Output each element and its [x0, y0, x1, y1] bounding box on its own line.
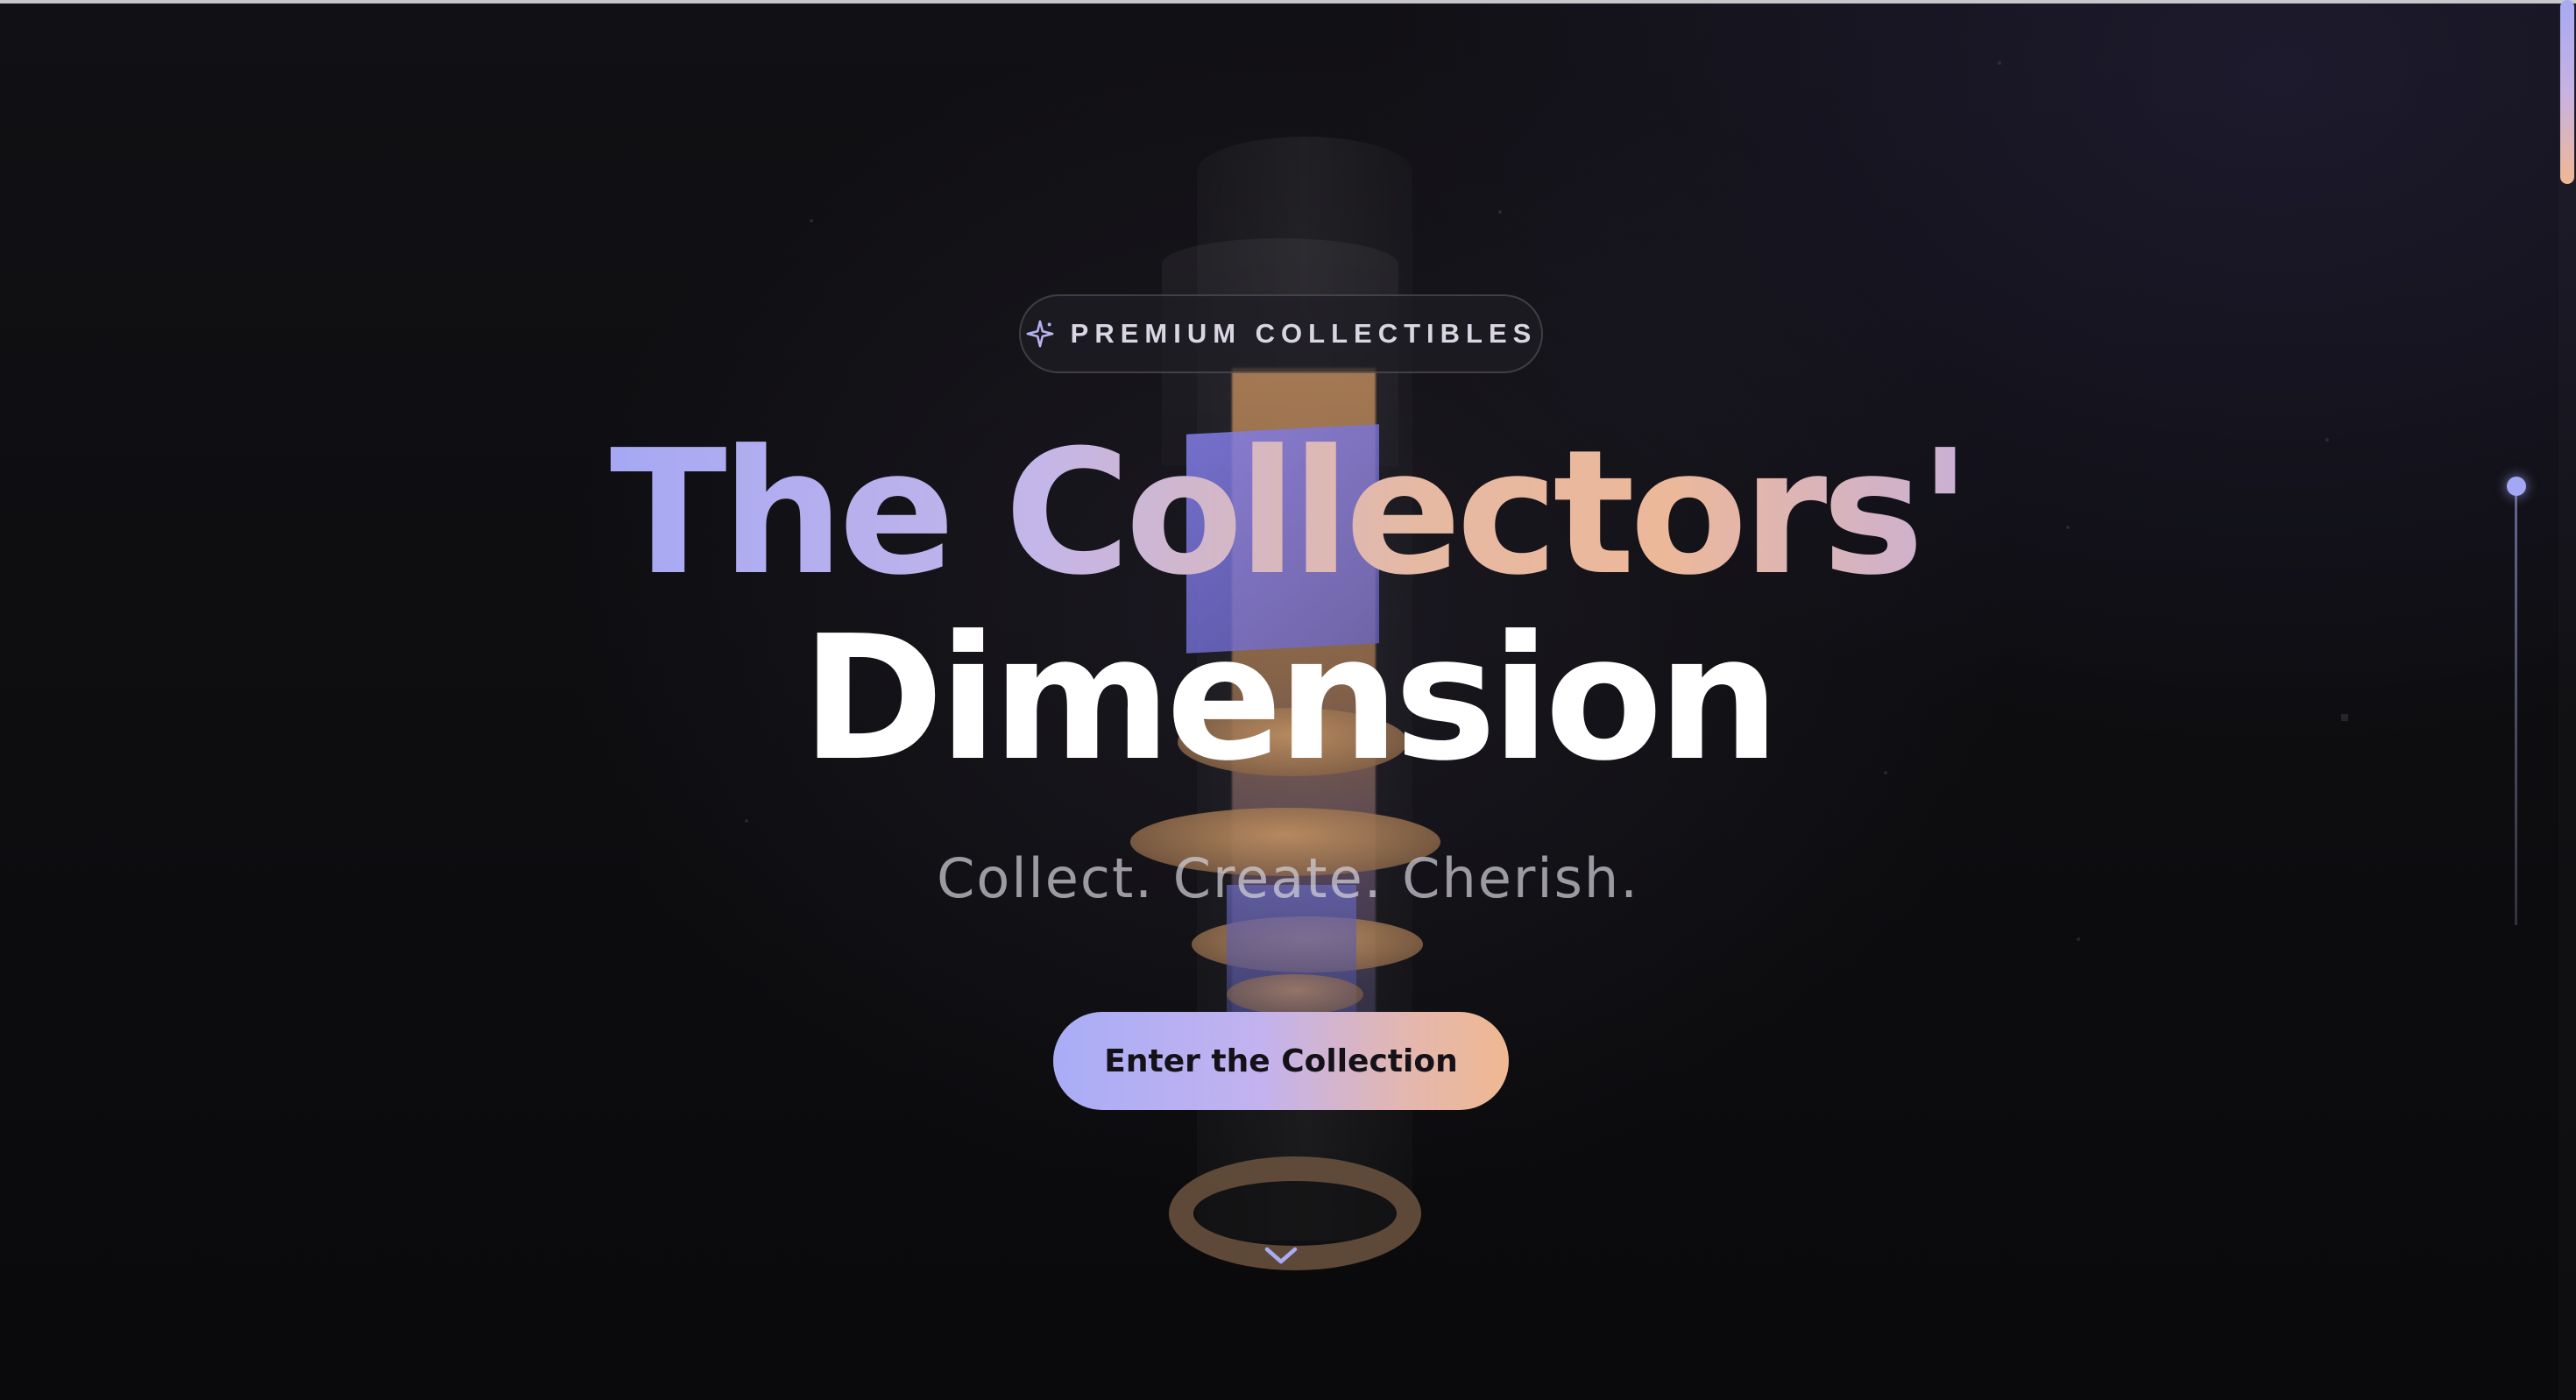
section-progress-rail — [2515, 487, 2517, 925]
page-scrollbar-track[interactable] — [2558, 0, 2576, 1400]
enter-collection-button[interactable]: Enter the Collection — [1053, 1012, 1509, 1110]
hero-tagline: Collect. Create. Cherish. — [937, 846, 1639, 910]
sparkle-icon — [1026, 320, 1054, 348]
section-indicator-dot[interactable] — [2507, 477, 2526, 496]
hero-title-line-1: The Collectors' — [609, 414, 1971, 613]
chevron-down-icon[interactable] — [1262, 1242, 1300, 1269]
hero-title-line-2: Dimension — [801, 599, 1780, 799]
category-badge: PREMIUM COLLECTIBLES — [1019, 294, 1543, 373]
landing-page: PREMIUM COLLECTIBLES The Collectors' Dim… — [0, 0, 2576, 1400]
hero-title: The Collectors' Dimension — [0, 421, 2576, 792]
hero-section: PREMIUM COLLECTIBLES The Collectors' Dim… — [0, 0, 2576, 1400]
badge-label: PREMIUM COLLECTIBLES — [1070, 318, 1538, 349]
page-scrollbar-thumb[interactable] — [2560, 0, 2574, 184]
